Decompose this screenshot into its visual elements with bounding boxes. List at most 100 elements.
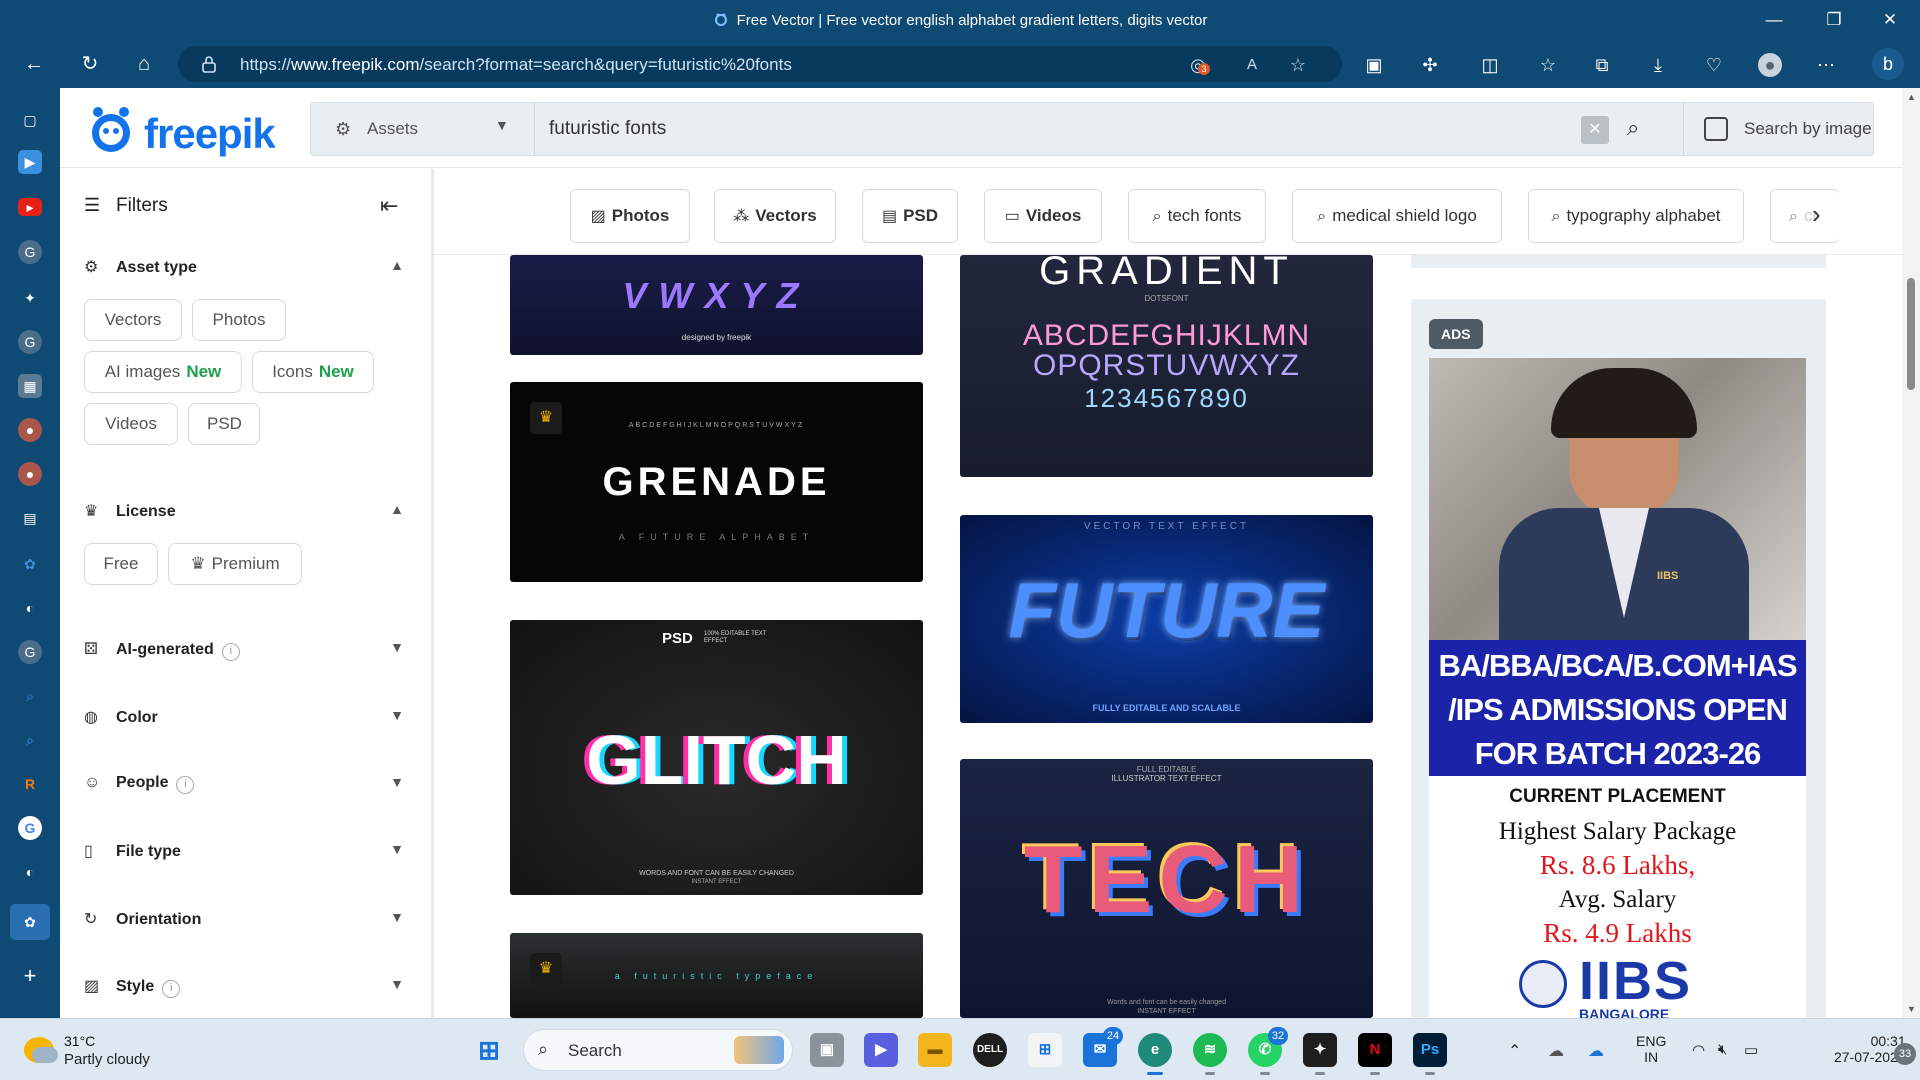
collapse-filters-button[interactable]: ⇤ bbox=[380, 193, 398, 219]
dell-icon[interactable]: DELL bbox=[973, 1033, 1007, 1067]
taskbar-search[interactable]: ⌕ Search bbox=[523, 1029, 793, 1071]
result-card-gradient[interactable]: GRADIENT DOTSFONT ABCDEFGHIJKLMN OPQRSTU… bbox=[960, 255, 1373, 477]
r-tab-icon[interactable]: R bbox=[18, 772, 42, 796]
onedrive-icon[interactable]: ☁ bbox=[1588, 1041, 1604, 1061]
search-by-image-button[interactable]: Search by image bbox=[1683, 103, 1873, 155]
address-bar[interactable]: https://www.freepik.com/search?format=se… bbox=[178, 46, 1342, 82]
profile-avatar-icon[interactable]: ● bbox=[1758, 53, 1782, 77]
filter-premium[interactable]: ♛ Premium bbox=[168, 543, 302, 585]
file-type-section[interactable]: ▯ File type ▼ bbox=[84, 841, 404, 861]
google-tab-icon-2[interactable]: G bbox=[18, 330, 42, 354]
photoshop-icon[interactable]: Ps bbox=[1413, 1033, 1447, 1075]
asset-type-section[interactable]: ⚙ Asset type ▲ bbox=[84, 257, 404, 277]
browser-essentials-icon[interactable]: ♡ bbox=[1702, 53, 1726, 77]
search-input[interactable]: futuristic fonts bbox=[549, 118, 666, 140]
filter-psd[interactable]: PSD bbox=[188, 403, 260, 445]
style-section[interactable]: ▨ Style i ▼ bbox=[84, 976, 404, 998]
weather-widget[interactable]: 31°C Partly cloudy bbox=[24, 1031, 204, 1071]
wifi-icon[interactable]: ◠ bbox=[1692, 1041, 1705, 1059]
file-explorer-icon[interactable]: ▬ bbox=[918, 1033, 952, 1067]
orientation-section[interactable]: ↻ Orientation ▼ bbox=[84, 909, 404, 929]
chip-medical-shield-logo[interactable]: ⌕ medical shield logo bbox=[1292, 189, 1502, 243]
back-button[interactable]: ← bbox=[18, 48, 50, 80]
bing-copilot-icon[interactable]: b bbox=[1872, 48, 1904, 80]
task-view-icon[interactable]: ▣ bbox=[810, 1033, 844, 1067]
google-tab-icon[interactable]: G bbox=[18, 240, 42, 264]
result-card-futuristic-typeface[interactable]: ♛ a futuristic typeface bbox=[510, 933, 923, 1018]
favorite-star-icon[interactable]: ☆ bbox=[1288, 55, 1308, 75]
freepik-active-tab-icon[interactable]: ✿ bbox=[10, 904, 50, 940]
ai-generated-section[interactable]: ⚄ AI-generated i ▼ bbox=[84, 639, 404, 661]
filter-photos[interactable]: Photos bbox=[192, 299, 286, 341]
language-indicator[interactable]: ENG IN bbox=[1636, 1033, 1666, 1065]
speaker-muted-icon[interactable]: 🔇︎ bbox=[1718, 1041, 1727, 1058]
edge-browser-icon[interactable]: e bbox=[1138, 1033, 1172, 1075]
refresh-button[interactable]: ↻ bbox=[74, 48, 106, 80]
extensions-puzzle-icon[interactable]: ✣ bbox=[1418, 53, 1442, 77]
freepik-tab-icon-side[interactable]: ✿ bbox=[18, 552, 42, 576]
spotify-icon[interactable]: ≋ bbox=[1193, 1033, 1227, 1075]
teams-chat-icon[interactable]: ▶ bbox=[864, 1033, 898, 1067]
scrollbar-thumb[interactable] bbox=[1907, 278, 1915, 390]
search-tab-icon[interactable]: ⌕ bbox=[18, 684, 42, 708]
result-card-glitch[interactable]: PSD 100% EDITABLE TEXT EFFECT GLITCH WOR… bbox=[510, 620, 923, 895]
google-tab-icon-4[interactable]: G bbox=[18, 816, 42, 840]
chip-typography-alphabet[interactable]: ⌕ typography alphabet bbox=[1528, 189, 1744, 243]
clear-search-button[interactable]: ✕ bbox=[1581, 116, 1609, 144]
more-options-icon[interactable]: ⋯ bbox=[1814, 53, 1838, 77]
image-tab-icon[interactable]: ▦ bbox=[18, 374, 42, 398]
calendar-tab-icon[interactable]: ▤ bbox=[18, 506, 42, 530]
color-section[interactable]: ◍ Color ▼ bbox=[84, 707, 404, 727]
youtube-tab-icon[interactable]: ▸ bbox=[18, 198, 42, 216]
netflix-icon[interactable]: N bbox=[1358, 1033, 1392, 1075]
scroll-down-arrow[interactable]: ▼ bbox=[1907, 1004, 1916, 1014]
chips-next-arrow[interactable]: › bbox=[1812, 199, 1821, 230]
downloads-icon[interactable]: ⤓ bbox=[1646, 53, 1670, 77]
show-hidden-icons-chevron[interactable]: ⌃ bbox=[1508, 1041, 1521, 1061]
asset-type-dropdown[interactable]: ⚙ Assets ▼ bbox=[311, 103, 535, 155]
planet-tab-icon[interactable]: ◐ bbox=[18, 596, 42, 620]
collections-icon[interactable]: ⧉ bbox=[1590, 53, 1614, 77]
extension-square-icon[interactable]: ▣ bbox=[1362, 53, 1386, 77]
read-aloud-icon[interactable]: A bbox=[1242, 55, 1262, 75]
result-card-future[interactable]: VECTOR TEXT EFFECT FUTURE FULLY EDITABLE… bbox=[960, 515, 1373, 723]
reddit-tab-icon[interactable]: ● bbox=[18, 418, 42, 442]
page-scrollbar[interactable]: ▲ ▼ bbox=[1902, 88, 1920, 1018]
google-tab-icon-3[interactable]: G bbox=[18, 640, 42, 664]
scroll-up-arrow[interactable]: ▲ bbox=[1907, 92, 1916, 102]
people-section[interactable]: ☺ People i ▼ bbox=[84, 774, 404, 794]
restore-button[interactable]: ❐ bbox=[1816, 6, 1852, 34]
result-card-grenade[interactable]: ♛ ABCDEFGHIJKLMNOPQRSTUVWXYZ GRENADE A F… bbox=[510, 382, 923, 582]
close-button[interactable]: ✕ bbox=[1872, 6, 1908, 34]
license-section[interactable]: ♛ License ▲ bbox=[84, 501, 404, 521]
chip-videos[interactable]: ▭ Videos bbox=[984, 189, 1102, 243]
filter-vectors[interactable]: Vectors bbox=[84, 299, 182, 341]
microsoft-store-icon[interactable]: ⊞ bbox=[1028, 1033, 1062, 1067]
filter-icons[interactable]: Icons New bbox=[252, 351, 374, 393]
filter-ai-images[interactable]: AI images New bbox=[84, 351, 242, 393]
chip-vectors[interactable]: ⁂ Vectors bbox=[714, 189, 836, 243]
notification-badge[interactable]: 33 bbox=[1894, 1043, 1916, 1065]
result-card-tech[interactable]: FULL EDITABLE ILLUSTRATOR TEXT EFFECT TE… bbox=[960, 759, 1373, 1018]
info-icon[interactable]: i bbox=[176, 776, 195, 794]
battery-icon[interactable]: ▭ bbox=[1744, 1041, 1758, 1059]
favorites-icon[interactable]: ☆ bbox=[1536, 53, 1560, 77]
onedrive-personal-icon[interactable]: ☁ bbox=[1548, 1041, 1564, 1061]
whatsapp-icon[interactable]: ✆ 32 bbox=[1248, 1027, 1288, 1075]
result-card-alphabet-gradient[interactable]: VWXYZ designed by freepik bbox=[510, 255, 923, 355]
tracking-prevention-icon[interactable]: ◎3 bbox=[1188, 55, 1210, 75]
info-icon[interactable]: i bbox=[221, 643, 240, 661]
tab-actions-icon[interactable]: ▢ bbox=[18, 108, 42, 132]
reddit-tab-icon-2[interactable]: ● bbox=[18, 462, 42, 486]
new-tab-plus-icon[interactable]: + bbox=[18, 964, 42, 988]
info-icon[interactable]: i bbox=[162, 980, 181, 998]
split-screen-icon[interactable]: ◫ bbox=[1478, 53, 1502, 77]
figma-tab-icon[interactable]: ✦ bbox=[18, 286, 42, 310]
planet-tab-icon-2[interactable]: ◐ bbox=[18, 860, 42, 884]
freepik-logo[interactable]: freepik bbox=[84, 102, 276, 157]
figma-icon[interactable]: ✦ bbox=[1303, 1033, 1337, 1075]
mail-icon[interactable]: ✉ 24 bbox=[1083, 1027, 1123, 1067]
media-tab-icon[interactable]: ▶ bbox=[18, 150, 42, 174]
search-tab-icon-2[interactable]: ⌕ bbox=[18, 728, 42, 752]
chip-tech-fonts[interactable]: ⌕ tech fonts bbox=[1128, 189, 1266, 243]
